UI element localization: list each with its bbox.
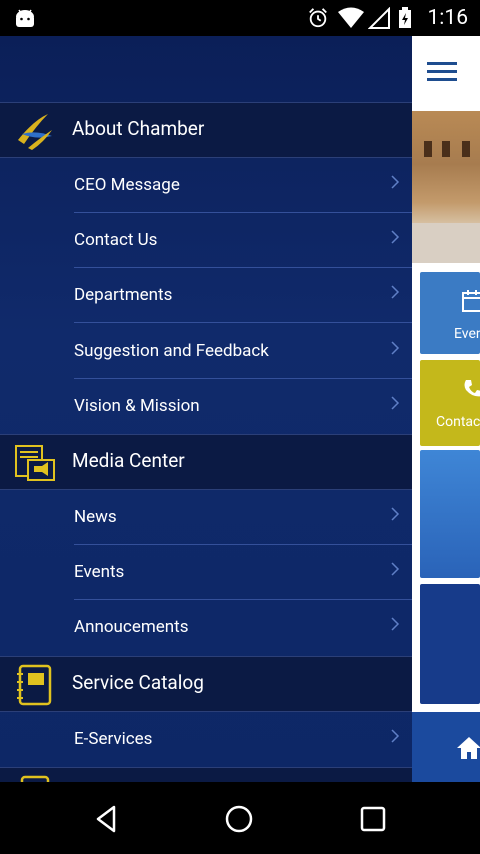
chamber-logo-icon	[18, 114, 52, 150]
section-title: Media Center	[72, 449, 185, 472]
section-service-catalog[interactable]: Service Catalog	[0, 656, 412, 712]
battery-icon	[399, 7, 411, 28]
menu-item-contact-us[interactable]: Contact Us	[0, 213, 412, 268]
app-tile[interactable]	[420, 584, 480, 704]
chevron-right-icon	[391, 230, 400, 244]
menu-item-label: E-Services	[74, 729, 153, 749]
home-icon[interactable]	[456, 736, 480, 760]
chevron-right-icon	[391, 341, 400, 355]
home-circle-icon[interactable]	[224, 804, 254, 834]
menu-item-label: Departments	[74, 285, 173, 305]
menu-item-label: Vision & Mission	[74, 396, 200, 416]
chevron-right-icon	[391, 562, 400, 576]
section-title: Service Catalog	[72, 671, 204, 694]
menu-item-ceo-message[interactable]: CEO Message	[0, 158, 412, 213]
section-media-center[interactable]: Media Center	[0, 434, 412, 490]
menu-item-announcements[interactable]: Annoucements	[0, 600, 412, 655]
navigation-drawer: About Chamber CEO Message Contact Us Dep…	[0, 36, 412, 782]
document-icon	[20, 775, 50, 782]
menu-item-events[interactable]: Events	[0, 545, 412, 600]
section-next[interactable]	[0, 767, 412, 782]
android-icon	[16, 9, 34, 27]
chevron-right-icon	[391, 396, 400, 410]
chevron-right-icon	[391, 285, 400, 299]
menu-item-suggestion-feedback[interactable]: Suggestion and Feedback	[0, 324, 412, 379]
clock: 1:16	[427, 6, 469, 30]
system-nav-bar	[0, 782, 480, 854]
menu-item-vision-mission[interactable]: Vision & Mission	[0, 379, 412, 434]
menu-item-label: Suggestion and Feedback	[74, 341, 269, 361]
app-bottom-bar	[412, 712, 480, 782]
menu-item-e-services[interactable]: E-Services	[0, 712, 412, 767]
signal-icon	[368, 7, 390, 29]
divider	[74, 322, 412, 323]
events-tile[interactable]: Events	[420, 272, 480, 354]
alarm-icon	[309, 8, 327, 28]
menu-item-label: News	[74, 507, 117, 527]
status-bar: 1:16	[0, 0, 480, 36]
app-tile[interactable]	[420, 450, 480, 578]
chevron-right-icon	[391, 729, 400, 743]
media-center-icon	[15, 445, 55, 481]
app-content: Events Contact	[412, 36, 480, 782]
section-about-chamber[interactable]: About Chamber	[0, 102, 412, 158]
menu-item-label: CEO Message	[74, 175, 180, 195]
menu-item-label: Contact Us	[74, 230, 158, 250]
section-title: About Chamber	[72, 117, 205, 140]
chevron-right-icon	[391, 617, 400, 631]
notebook-icon	[17, 664, 52, 706]
hamburger-icon[interactable]	[427, 62, 457, 82]
contact-tile[interactable]: Contact	[420, 360, 480, 446]
back-icon[interactable]	[92, 804, 122, 834]
events-tile-label: Events	[454, 326, 480, 342]
contact-tile-label: Contact	[436, 414, 480, 430]
wifi-icon	[338, 7, 364, 28]
recents-icon[interactable]	[358, 804, 388, 834]
app-topbar	[412, 36, 480, 108]
calendar-icon	[462, 290, 480, 312]
menu-item-label: Annoucements	[74, 617, 189, 637]
menu-item-news[interactable]: News	[0, 490, 412, 545]
menu-item-label: Events	[74, 562, 125, 582]
menu-item-departments[interactable]: Departments	[0, 268, 412, 323]
chevron-right-icon	[391, 175, 400, 189]
phone-icon	[464, 380, 480, 397]
banner-image	[412, 111, 480, 263]
chevron-right-icon	[391, 507, 400, 521]
